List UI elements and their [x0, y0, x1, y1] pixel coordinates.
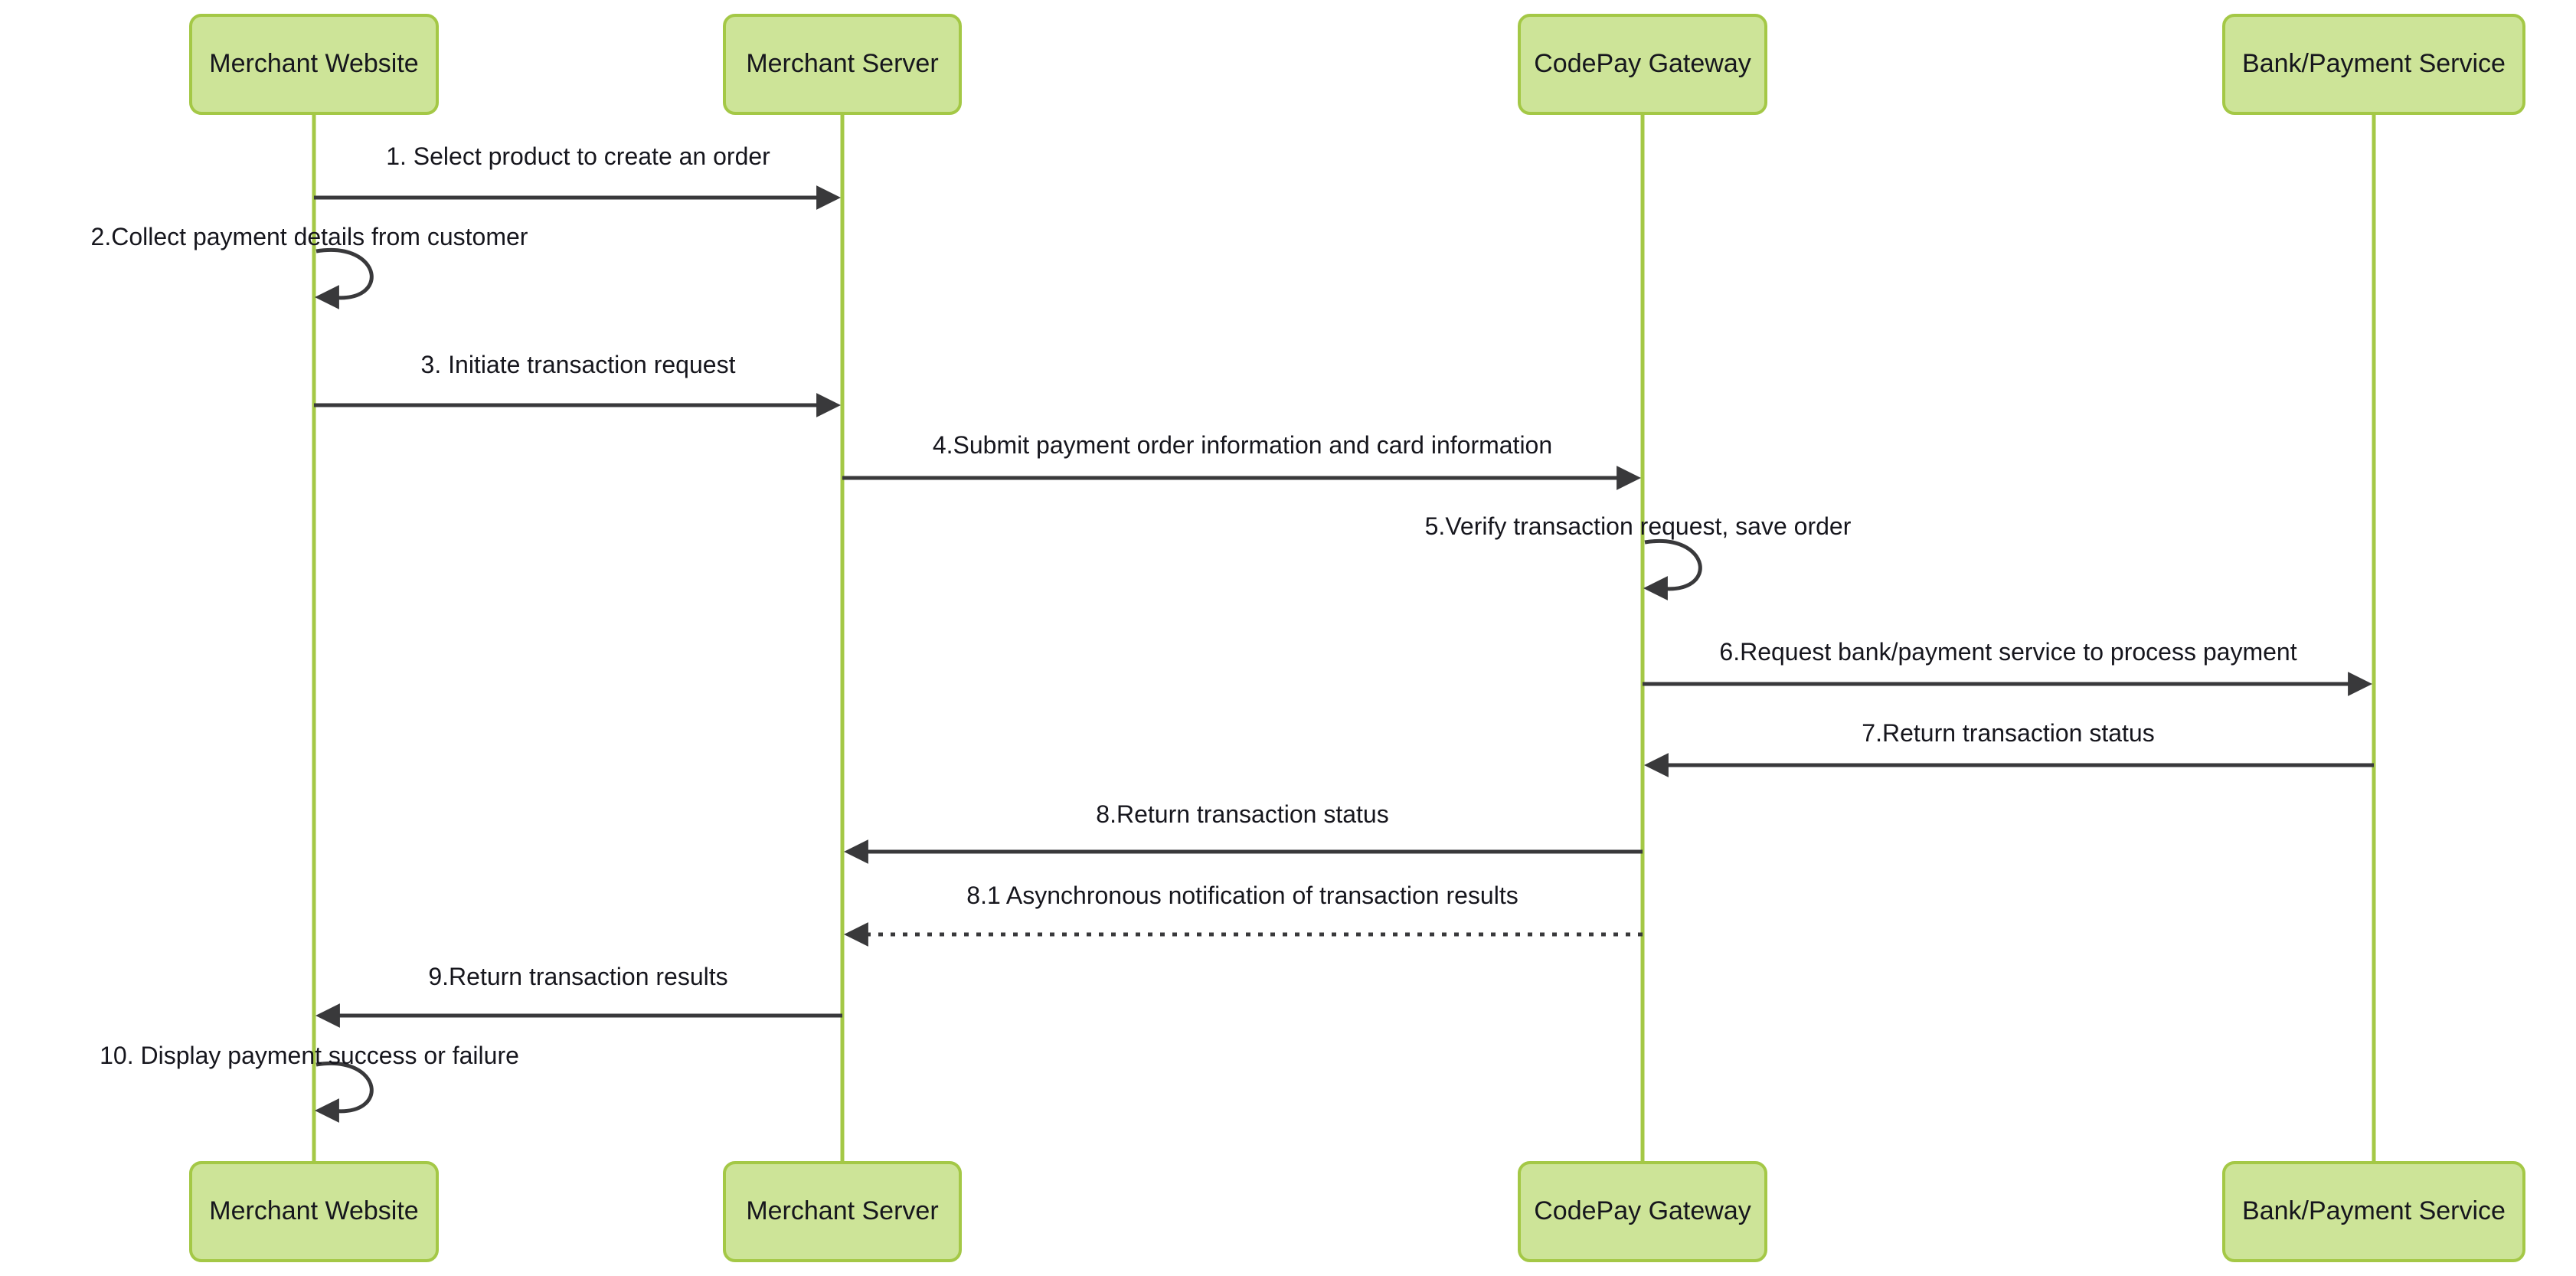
actor-box-bottom-bank-payment-service[interactable]: Bank/Payment Service	[2222, 1161, 2525, 1262]
actor-label: CodePay Gateway	[1534, 1196, 1751, 1225]
actor-label: Bank/Payment Service	[2242, 49, 2506, 78]
self-loop-path	[315, 247, 374, 300]
actor-label: Merchant Website	[209, 49, 418, 78]
actor-label: Merchant Server	[746, 1196, 938, 1225]
message-label: 7.Return transaction status	[1862, 719, 2154, 747]
sequence-diagram-svg: 1. Select product to create an order 2.Co…	[91, 14, 2525, 1262]
actor-box-top-merchant-website[interactable]: Merchant Website	[189, 14, 439, 115]
message-arrowhead	[844, 922, 868, 947]
actor-box-top-bank-payment-service[interactable]: Bank/Payment Service	[2222, 14, 2525, 115]
message-arrowhead	[1617, 466, 1641, 490]
messages-group: 1. Select product to create an order 2.Co…	[91, 142, 2374, 1123]
message-label: 6.Request bank/payment service to proces…	[1719, 638, 2296, 666]
sequence-diagram-canvas: 1. Select product to create an order 2.Co…	[0, 0, 2576, 1276]
message-label: 8.Return transaction status	[1096, 800, 1388, 828]
actor-label: Merchant Website	[209, 1196, 418, 1225]
actor-box-bottom-codepay-gateway[interactable]: CodePay Gateway	[1518, 1161, 1767, 1262]
message-arrowhead	[2348, 672, 2372, 696]
message-7[interactable]: 7.Return transaction status	[1644, 719, 2374, 777]
message-arrowhead	[844, 839, 868, 864]
message-label: 10. Display payment success or failure	[100, 1042, 519, 1069]
actor-label: Bank/Payment Service	[2242, 1196, 2506, 1225]
actor-box-top-merchant-server[interactable]: Merchant Server	[723, 14, 962, 115]
message-label: 1. Select product to create an order	[386, 142, 770, 170]
message-4[interactable]: 4.Submit payment order information and c…	[842, 431, 1641, 490]
message-10[interactable]: 10. Display payment success or failure	[100, 1042, 519, 1123]
message-3[interactable]: 3. Initiate transaction request	[314, 351, 841, 417]
message-1[interactable]: 1. Select product to create an order	[314, 142, 841, 210]
message-label: 8.1 Asynchronous notification of transac…	[966, 882, 1518, 909]
actor-box-top-codepay-gateway[interactable]: CodePay Gateway	[1518, 14, 1767, 115]
message-arrowhead	[315, 1098, 339, 1123]
message-arrowhead	[1643, 576, 1668, 600]
message-8[interactable]: 8.Return transaction status	[844, 800, 1643, 864]
message-5[interactable]: 5.Verify transaction request, save order	[1425, 512, 1852, 600]
actor-boxes-bottom-group: Merchant Website Merchant Server CodePay G…	[189, 1161, 2525, 1262]
message-6[interactable]: 6.Request bank/payment service to proces…	[1643, 638, 2372, 696]
actor-box-bottom-merchant-server[interactable]: Merchant Server	[723, 1161, 962, 1262]
message-9[interactable]: 9.Return transaction results	[315, 963, 842, 1028]
message-label: 5.Verify transaction request, save order	[1425, 512, 1852, 540]
message-label: 3. Initiate transaction request	[421, 351, 736, 378]
self-loop-path	[315, 1061, 374, 1114]
message-label: 2.Collect payment details from customer	[91, 223, 528, 250]
message-arrowhead	[1644, 753, 1669, 777]
actor-label: CodePay Gateway	[1534, 49, 1751, 78]
self-loop-path	[1644, 538, 1702, 591]
message-2[interactable]: 2.Collect payment details from customer	[91, 223, 528, 309]
message-arrowhead	[816, 393, 841, 417]
actor-label: Merchant Server	[746, 49, 938, 78]
message-arrowhead	[816, 185, 841, 210]
message-arrowhead	[315, 1003, 340, 1028]
message-arrowhead	[315, 285, 339, 309]
actor-boxes-top-group: Merchant Website Merchant Server CodePay G…	[189, 14, 2525, 115]
message-label: 4.Submit payment order information and c…	[933, 431, 1552, 459]
message-label: 9.Return transaction results	[428, 963, 727, 990]
actor-box-bottom-merchant-website[interactable]: Merchant Website	[189, 1161, 439, 1262]
message-8-1[interactable]: 8.1 Asynchronous notification of transac…	[844, 882, 1643, 947]
